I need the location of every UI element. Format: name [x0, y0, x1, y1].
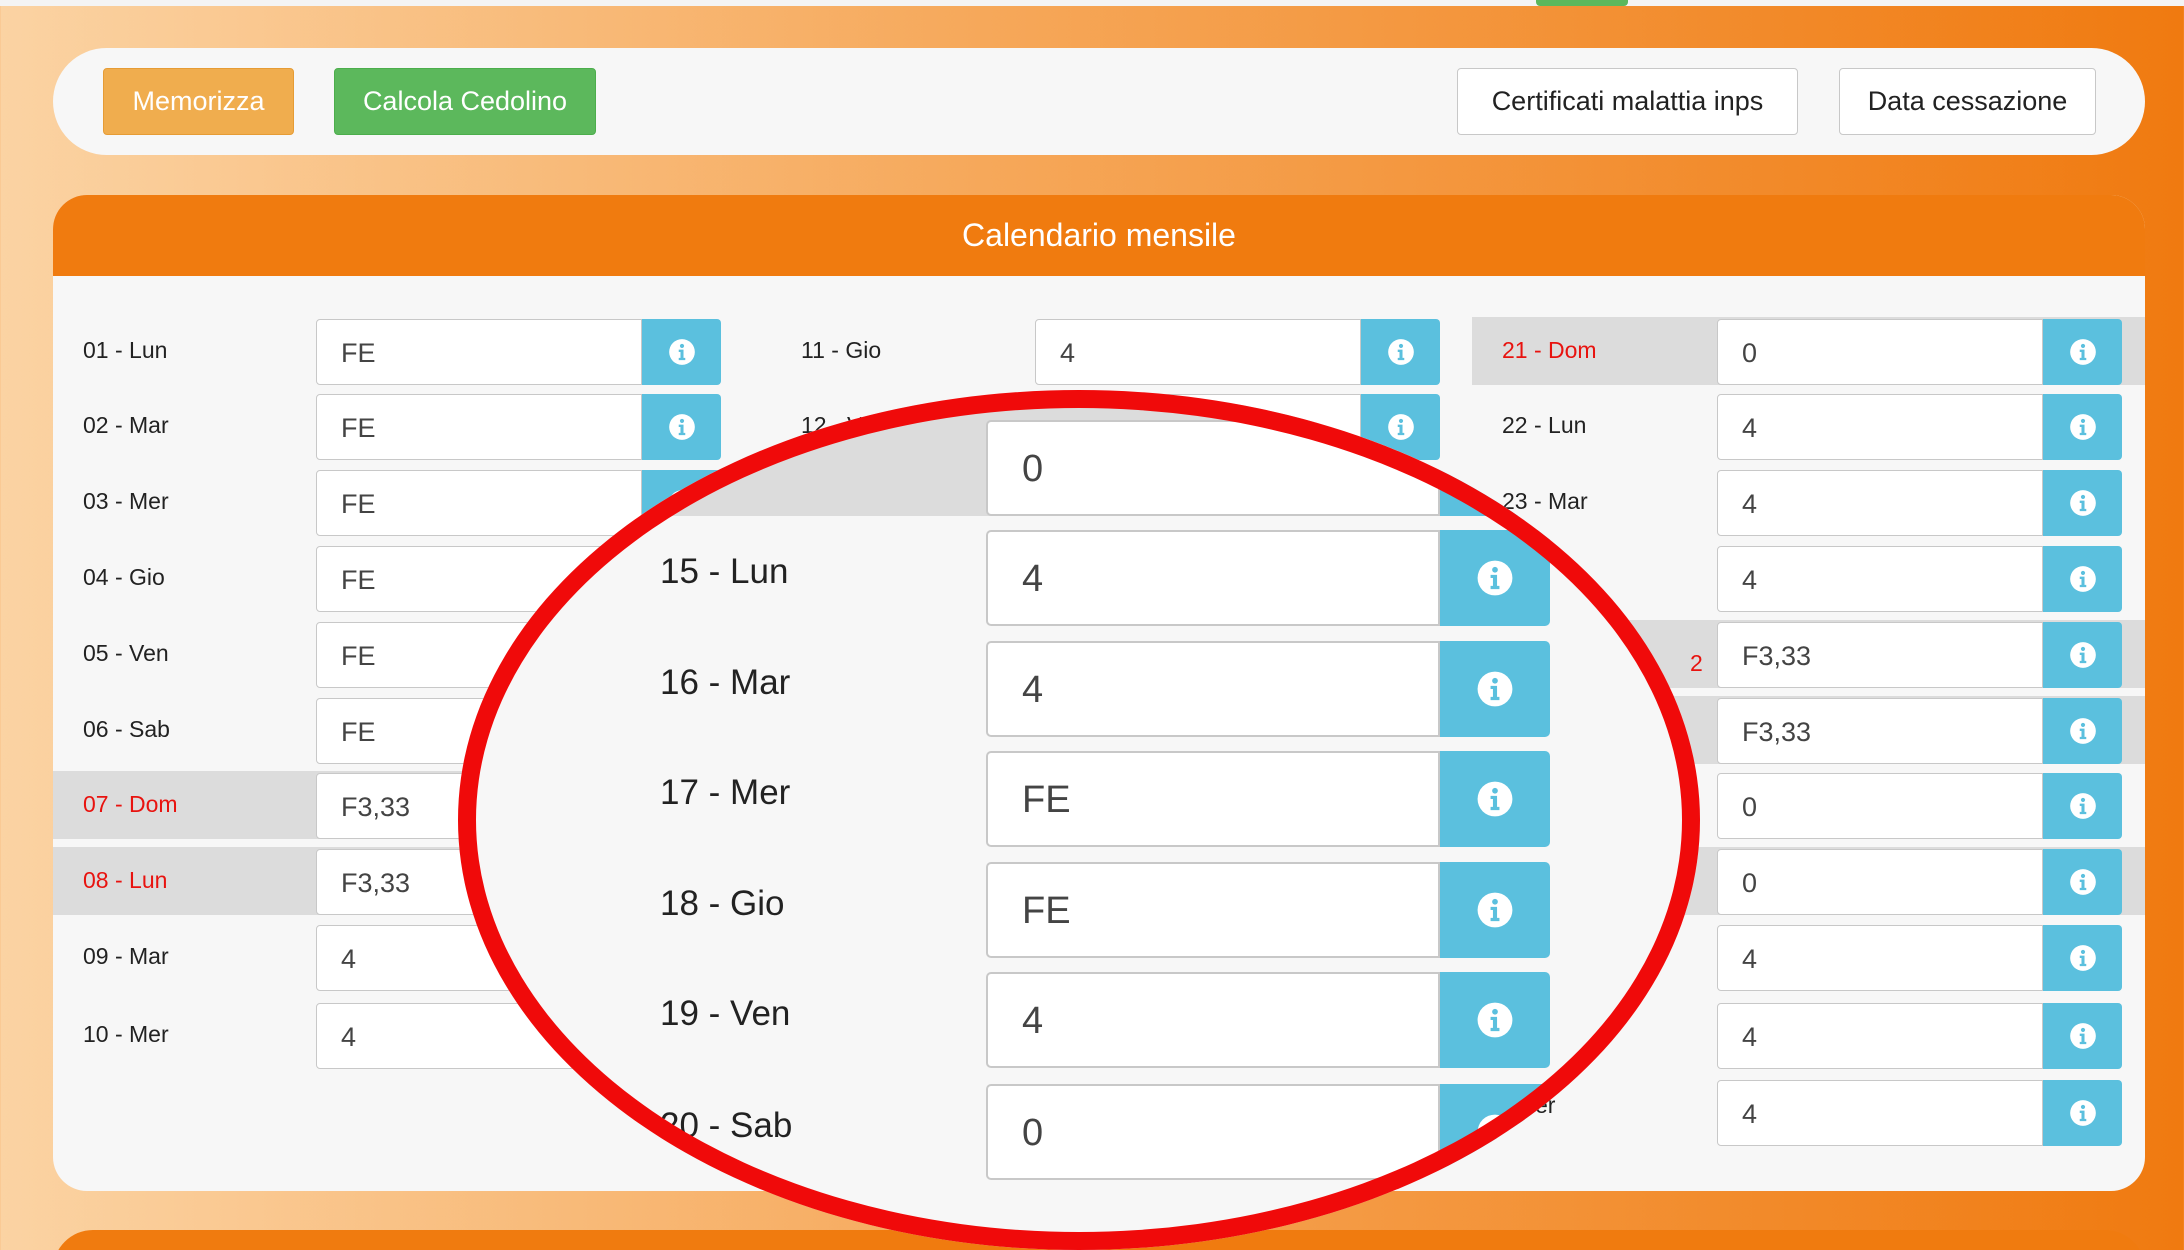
info-circle-icon [1477, 781, 1513, 817]
info-circle-icon [2069, 414, 2096, 440]
magnified-hours-input[interactable]: 0 [986, 420, 1440, 516]
info-circle-icon [2069, 869, 2096, 895]
calcola-cedolino-button[interactable]: Calcola Cedolino [334, 68, 596, 135]
top-strip [0, 0, 2184, 6]
info-circle-icon [2069, 1100, 2096, 1126]
info-circle-icon [1477, 1114, 1513, 1150]
day-row: 01 - Lun FE [53, 317, 721, 385]
memorizza-button[interactable]: Memorizza [103, 68, 294, 135]
day-info-button[interactable] [2043, 1003, 2122, 1069]
info-circle-icon [2069, 566, 2096, 592]
magnified-day-label: 17 - Mer [660, 773, 791, 812]
day-hours-input[interactable]: FE [316, 319, 642, 385]
day-hours-input[interactable]: 4 [1717, 1003, 2043, 1069]
magnified-info-button[interactable] [1440, 530, 1550, 626]
magnified-day-label: 16 - Mar [660, 663, 791, 702]
day-label: 21 - Dom [1502, 337, 1597, 363]
toolbar: Memorizza Calcola Cedolino Certificati m… [53, 48, 2145, 155]
day-hours-input[interactable]: 4 [1717, 470, 2043, 536]
day-info-button[interactable] [2043, 849, 2122, 915]
day-label: 08 - Lun [83, 867, 168, 893]
day-label: 04 - Gio [83, 564, 165, 590]
magnified-day-row: 16 - Mar 4 [458, 641, 1700, 737]
info-circle-icon [1477, 560, 1513, 596]
day-info-button[interactable] [2043, 470, 2122, 536]
magnified-info-button[interactable] [1440, 420, 1550, 516]
panel-title: Calendario mensile [53, 195, 2145, 276]
day-label: 10 - Mer [83, 1021, 169, 1047]
magnified-day-row: 19 - Ven 4 [458, 972, 1700, 1068]
day-row: 11 - Gio 4 [771, 317, 1440, 385]
day-info-button[interactable] [2043, 698, 2122, 764]
info-circle-icon [1477, 892, 1513, 928]
info-circle-icon [1477, 450, 1513, 486]
day-label: 09 - Mar [83, 943, 169, 969]
day-hours-input[interactable]: 0 [1717, 319, 2043, 385]
certificati-malattia-button[interactable]: Certificati malattia inps [1457, 68, 1798, 135]
magnified-hours-input[interactable]: 4 [986, 641, 1440, 737]
magnified-info-button[interactable] [1440, 972, 1550, 1068]
day-info-button[interactable] [2043, 1080, 2122, 1146]
top-tab-indicator [1536, 0, 1628, 6]
data-cessazione-button[interactable]: Data cessazione [1839, 68, 2096, 135]
day-info-button[interactable] [2043, 622, 2122, 688]
magnified-hours-input[interactable]: 4 [986, 530, 1440, 626]
magnified-hours-input[interactable]: FE [986, 862, 1440, 958]
day-hours-input[interactable]: 4 [1717, 546, 2043, 612]
info-circle-icon [1387, 339, 1414, 365]
info-circle-icon [2069, 945, 2096, 971]
magnified-hours-input[interactable]: 4 [986, 972, 1440, 1068]
day-info-button[interactable] [2043, 925, 2122, 991]
info-circle-icon [2069, 793, 2096, 819]
info-circle-icon [2069, 339, 2096, 365]
day-hours-input[interactable]: 4 [1035, 319, 1361, 385]
magnified-hours-input[interactable]: FE [986, 751, 1440, 847]
info-circle-icon [1477, 1002, 1513, 1038]
day-info-button[interactable] [2043, 773, 2122, 839]
info-circle-icon [2069, 490, 2096, 516]
day-info-button[interactable] [642, 319, 721, 385]
magnified-day-row: 15 - Lun 4 [458, 530, 1700, 626]
info-circle-icon [2069, 718, 2096, 744]
magnified-info-button[interactable] [1440, 862, 1550, 958]
info-circle-icon [1477, 671, 1513, 707]
magnified-info-button[interactable] [1440, 1084, 1550, 1180]
info-circle-icon [2069, 1023, 2096, 1049]
day-info-button[interactable] [2043, 394, 2122, 460]
magnified-info-button[interactable] [1440, 641, 1550, 737]
magnified-day-label: 20 - Sab [660, 1106, 793, 1145]
magnified-day-row: 17 - Mer FE [458, 751, 1700, 847]
day-hours-input[interactable]: 4 [1717, 925, 2043, 991]
day-label: 02 - Mar [83, 412, 169, 438]
magnified-day-label: 15 - Lun [660, 552, 789, 591]
day-info-button[interactable] [1361, 319, 1440, 385]
magnified-region: 0 15 - Lun 4 16 - Mar 4 17 - Mer FE 18 - Gio FE 1… [458, 390, 1700, 1250]
magnified-day-row: 0 [458, 404, 1700, 516]
magnified-day-label: 19 - Ven [660, 994, 791, 1033]
day-hours-input[interactable]: 0 [1717, 773, 2043, 839]
info-circle-icon [668, 339, 695, 365]
day-label: 11 - Gio [801, 337, 882, 363]
day-label: 01 - Lun [83, 337, 168, 363]
day-label: 07 - Dom [83, 791, 178, 817]
day-hours-input[interactable]: 0 [1717, 849, 2043, 915]
day-hours-input[interactable]: F3,33 [1717, 622, 2043, 688]
day-row: 21 - Dom 0 [1472, 317, 2145, 385]
day-label: 03 - Mer [83, 488, 169, 514]
magnified-day-row: 18 - Gio FE [458, 862, 1700, 958]
day-hours-input[interactable]: 4 [1717, 1080, 2043, 1146]
info-circle-icon [2069, 642, 2096, 668]
day-hours-input[interactable]: 4 [1717, 394, 2043, 460]
day-info-button[interactable] [2043, 319, 2122, 385]
day-hours-input[interactable]: F3,33 [1717, 698, 2043, 764]
magnified-day-label: 18 - Gio [660, 884, 785, 923]
day-label: 06 - Sab [83, 716, 170, 742]
magnified-hours-input[interactable]: 0 [986, 1084, 1440, 1180]
day-label: 05 - Ven [83, 640, 169, 666]
magnified-info-button[interactable] [1440, 751, 1550, 847]
day-info-button[interactable] [2043, 546, 2122, 612]
magnified-day-row: 20 - Sab 0 [458, 1084, 1700, 1180]
